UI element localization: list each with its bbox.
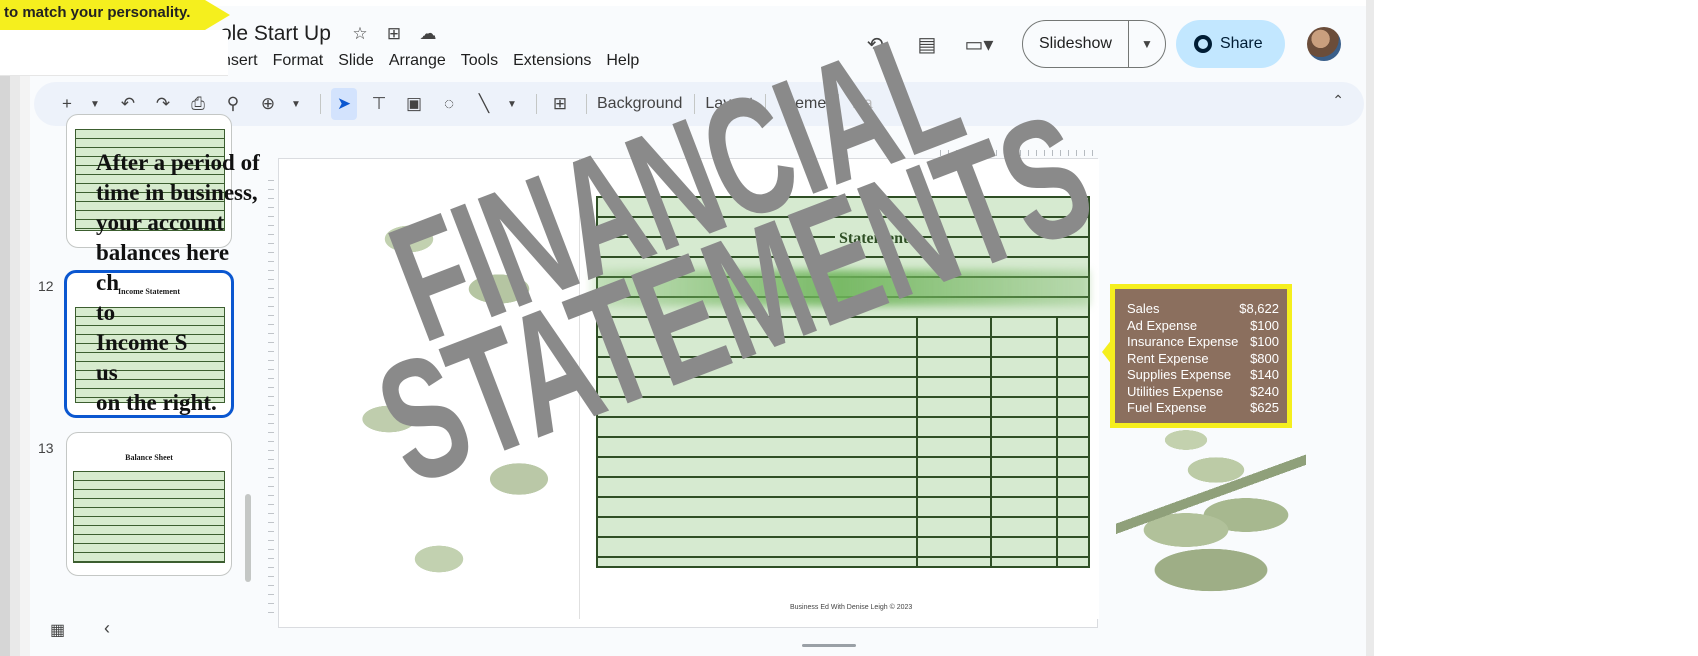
expense-row: Insurance Expense $100 bbox=[1127, 334, 1279, 349]
divider bbox=[320, 94, 321, 114]
cloud-status-icon[interactable]: ☁ bbox=[418, 24, 438, 44]
globe-icon bbox=[1193, 35, 1212, 53]
slide-body-line: ch bbox=[96, 270, 119, 295]
table-column-divider bbox=[990, 318, 992, 566]
menu-slide[interactable]: Slide bbox=[338, 52, 374, 70]
filmstrip-scrollbar[interactable] bbox=[245, 494, 251, 582]
slide-body-line: time in business, bbox=[96, 180, 258, 205]
divider bbox=[586, 94, 587, 114]
expense-row: Fuel Expense $625 bbox=[1127, 400, 1279, 415]
history-icon[interactable]: ⟲ bbox=[860, 29, 890, 59]
chevron-down-icon[interactable]: ▼ bbox=[290, 88, 302, 120]
shape-icon[interactable]: ◌ bbox=[436, 88, 462, 120]
table-column-divider bbox=[1056, 318, 1058, 566]
expense-row: Utilities Expense $240 bbox=[1127, 383, 1279, 399]
speaker-notes-handle[interactable] bbox=[802, 644, 856, 647]
thumbnail-table bbox=[73, 471, 225, 563]
image-icon[interactable]: ▣ bbox=[401, 88, 427, 120]
menu-extensions[interactable]: Extensions bbox=[513, 52, 591, 70]
slide-thumbnail-13[interactable]: Balance Sheet bbox=[66, 432, 232, 576]
divider bbox=[536, 94, 537, 114]
statement-heading: Statement bbox=[835, 230, 913, 248]
line-icon[interactable]: ╲ bbox=[471, 88, 497, 120]
slide-body-line: After a period of bbox=[96, 150, 260, 175]
chevron-down-icon[interactable]: ▼ bbox=[506, 88, 518, 120]
menu-help[interactable]: Help bbox=[606, 52, 639, 70]
slide-body-line: Income S bbox=[96, 330, 188, 355]
move-to-folder-icon[interactable]: ⊞ bbox=[384, 24, 404, 44]
expense-row: Rent Expense $800 bbox=[1127, 350, 1279, 366]
collapse-toolbar-icon[interactable]: ⌃ bbox=[1332, 92, 1344, 109]
collapse-filmstrip-icon[interactable]: ‹ bbox=[104, 618, 110, 639]
slide-body-line: your account bbox=[96, 210, 224, 235]
divider bbox=[694, 94, 696, 114]
header-actions: ⟲ ▤ ▭▾ Slideshow ▼ Share bbox=[860, 20, 1341, 68]
layout-button[interactable]: Layout bbox=[705, 95, 753, 113]
expense-row: Supplies Expense $140 bbox=[1127, 367, 1279, 382]
document-title[interactable]: ole Start Up bbox=[220, 22, 331, 46]
screenshot: ole Start Up ☆ ⊞ ☁ nsert Format Slide Ar… bbox=[0, 0, 1698, 656]
expense-row: Sales $8,622 bbox=[1127, 301, 1279, 316]
slide-body-line: to bbox=[96, 300, 116, 325]
star-icon[interactable]: ☆ bbox=[350, 24, 370, 44]
text-box-icon[interactable]: ⊤ bbox=[366, 88, 392, 120]
money-image bbox=[349, 179, 569, 599]
slide-body-line: on the right. bbox=[96, 390, 217, 415]
menu-tools[interactable]: Tools bbox=[461, 52, 498, 70]
expense-row: Ad Expense $100 bbox=[1127, 317, 1279, 333]
theme-button[interactable]: Theme bbox=[776, 95, 826, 113]
table-column-divider bbox=[916, 318, 918, 566]
chevron-down-icon[interactable]: ▼ bbox=[1129, 37, 1165, 51]
slideshow-label[interactable]: Slideshow bbox=[1023, 20, 1129, 68]
toolbar: + ▼ ↶ ↷ ⎙ ⚲ ⊕ ▼ ➤ ⊤ ▣ ◌ ╲ ▼ ⊞ Background… bbox=[34, 82, 1364, 126]
money-pile-image bbox=[1116, 420, 1306, 610]
divider bbox=[838, 94, 840, 114]
menu-arrange[interactable]: Arrange bbox=[389, 52, 446, 70]
note-backdrop bbox=[0, 30, 228, 76]
yellow-callout: to match your personality. bbox=[0, 0, 230, 30]
add-comment-icon[interactable]: ⊞ bbox=[547, 88, 573, 120]
menu-format[interactable]: Format bbox=[273, 52, 324, 70]
slide-number: 13 bbox=[38, 440, 54, 456]
slide-footer: Business Ed With Denise Leigh © 2023 bbox=[790, 604, 913, 611]
slide-number: 12 bbox=[38, 278, 54, 294]
background-button[interactable]: Background bbox=[597, 95, 682, 113]
thumbnail-title: Balance Sheet bbox=[125, 453, 173, 462]
horizontal-ruler bbox=[940, 150, 1100, 156]
grid-view-icon[interactable]: ▦ bbox=[50, 620, 65, 640]
income-statement-table[interactable] bbox=[596, 196, 1090, 568]
blank-area bbox=[1374, 0, 1698, 656]
highlight-band bbox=[590, 270, 1090, 306]
zoom-icon[interactable]: ⊕ bbox=[255, 88, 281, 120]
slideshow-button[interactable]: Slideshow ▼ bbox=[1022, 20, 1166, 68]
expense-callout[interactable]: Sales $8,622 Ad Expense $100 Insurance Exp… bbox=[1110, 284, 1292, 428]
window-edge bbox=[1366, 0, 1374, 656]
transition-button[interactable]: Tra bbox=[849, 95, 872, 113]
select-cursor-icon[interactable]: ➤ bbox=[331, 88, 357, 120]
divider bbox=[765, 94, 767, 114]
video-call-icon[interactable]: ▭▾ bbox=[964, 29, 994, 59]
slide-body-line: balances here bbox=[96, 240, 230, 265]
slide-body-text[interactable]: After a period of time in business, your… bbox=[96, 148, 296, 418]
share-button[interactable]: Share bbox=[1175, 20, 1285, 68]
comment-icon[interactable]: ▤ bbox=[912, 29, 942, 59]
left-margin bbox=[0, 0, 30, 656]
slide-body-line: us bbox=[96, 360, 118, 385]
avatar[interactable] bbox=[1306, 27, 1341, 61]
title-icons: ☆ ⊞ ☁ bbox=[350, 24, 438, 44]
menu-bar: nsert Format Slide Arrange Tools Extensi… bbox=[222, 52, 639, 70]
share-label: Share bbox=[1219, 35, 1263, 52]
